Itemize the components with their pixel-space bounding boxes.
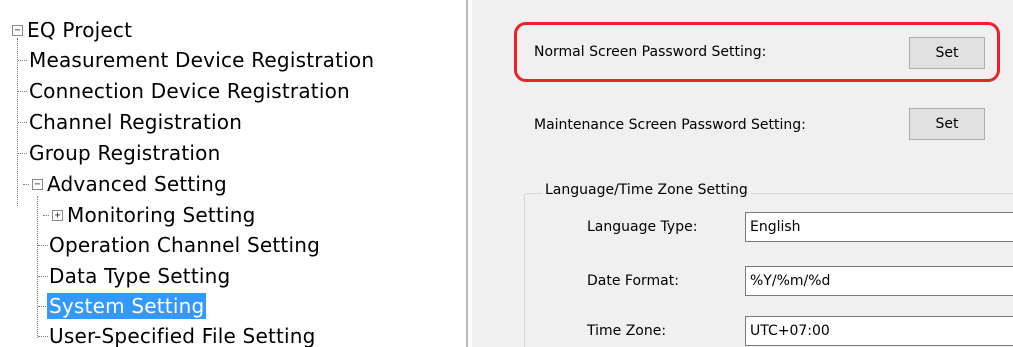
- date-format-field[interactable]: %Y/%m/%d: [745, 266, 1013, 296]
- tree-node-label: Operation Channel Setting: [49, 233, 320, 257]
- maintenance-password-label: Maintenance Screen Password Setting:: [534, 117, 806, 133]
- tree-line: [18, 60, 27, 61]
- tree-node-advanced-setting[interactable]: Advanced Setting: [45, 171, 229, 197]
- language-type-field[interactable]: English: [745, 212, 1013, 242]
- collapse-icon[interactable]: −: [12, 25, 23, 36]
- project-tree: − EQ Project Measurement Device Registra…: [0, 0, 466, 347]
- time-zone-field[interactable]: UTC+07:00: [745, 316, 1013, 346]
- pane-splitter[interactable]: [466, 0, 470, 347]
- tree-node-connection-device-registration[interactable]: Connection Device Registration: [27, 78, 352, 104]
- tree-node-label: Advanced Setting: [47, 172, 227, 196]
- tree-node-channel-registration[interactable]: Channel Registration: [27, 109, 244, 135]
- tree-node-label: Connection Device Registration: [29, 79, 350, 103]
- normal-password-set-button[interactable]: Set: [909, 37, 985, 69]
- language-timezone-group-title: Language/Time Zone Setting: [542, 182, 751, 198]
- tree-node-monitoring-setting[interactable]: Monitoring Setting: [65, 202, 258, 228]
- tree-node-operation-channel-setting[interactable]: Operation Channel Setting: [47, 232, 322, 258]
- tree-node-eq-project[interactable]: EQ Project: [25, 17, 134, 43]
- tree-node-label: Group Registration: [29, 141, 221, 165]
- tree-line: [43, 215, 49, 216]
- tree-node-label: Channel Registration: [29, 110, 243, 134]
- tree-node-label: System Setting: [47, 293, 207, 319]
- tree-line: [18, 122, 27, 123]
- maintenance-password-set-button[interactable]: Set: [909, 108, 985, 140]
- tree-node-label: EQ Project: [27, 18, 133, 42]
- tree-node-group-registration[interactable]: Group Registration: [27, 140, 222, 166]
- expand-icon[interactable]: +: [52, 210, 63, 221]
- collapse-icon[interactable]: −: [32, 179, 43, 190]
- tree-node-data-type-setting[interactable]: Data Type Setting: [47, 263, 232, 289]
- tree-line: [23, 184, 29, 185]
- tree-node-label: Measurement Device Registration: [29, 48, 375, 72]
- time-zone-label: Time Zone:: [587, 323, 667, 339]
- tree-line: [18, 91, 27, 92]
- tree-node-user-specified-file-setting[interactable]: User-Specified File Setting: [47, 323, 318, 347]
- system-settings-panel: Normal Screen Password Setting: Set Main…: [472, 0, 1013, 347]
- tree-node-label: Monitoring Setting: [67, 203, 256, 227]
- tree-node-measurement-device-registration[interactable]: Measurement Device Registration: [27, 47, 376, 73]
- tree-line: [18, 153, 27, 154]
- tree-line: [37, 196, 38, 338]
- language-type-label: Language Type:: [587, 219, 698, 235]
- date-format-label: Date Format:: [587, 273, 679, 289]
- tree-node-system-setting[interactable]: System Setting: [47, 293, 207, 319]
- tree-node-label: User-Specified File Setting: [49, 324, 316, 347]
- normal-password-label: Normal Screen Password Setting:: [534, 44, 767, 60]
- tree-node-label: Data Type Setting: [49, 264, 231, 288]
